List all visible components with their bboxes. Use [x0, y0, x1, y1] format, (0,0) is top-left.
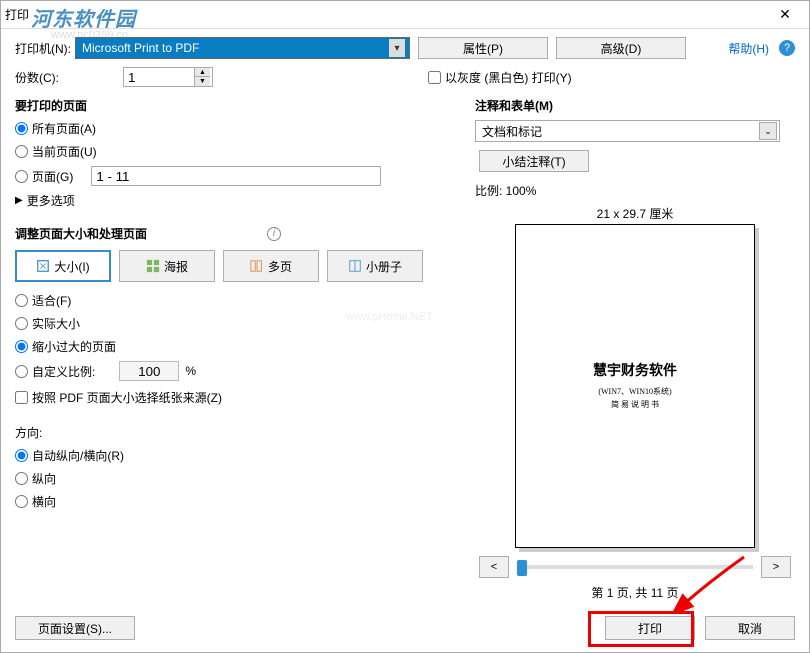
chevron-down-icon: ⌄ [759, 122, 777, 140]
preview-doc-sub1: (WIN7、WIN10系统) [516, 386, 754, 397]
close-button[interactable]: ✕ [765, 2, 805, 28]
preview-page: 慧宇财务软件 (WIN7、WIN10系统) 简 易 说 明 书 [515, 224, 755, 548]
prev-page-button[interactable]: < [479, 556, 509, 578]
tab-size[interactable]: 大小(I) [15, 250, 111, 282]
multi-icon [250, 259, 264, 273]
preview-dimensions: 21 x 29.7 厘米 [475, 205, 795, 222]
grayscale-checkbox-row: 以灰度 (黑白色) 打印(Y) [428, 69, 572, 86]
comments-selected: 文档和标记 [482, 123, 542, 140]
advanced-button[interactable]: 高级(D) [556, 37, 686, 59]
tab-booklet[interactable]: 小册子 [327, 250, 423, 282]
page-count-label: 第 1 页, 共 11 页 [475, 584, 795, 601]
more-options-label: 更多选项 [27, 192, 75, 209]
percent-label: % [185, 364, 196, 378]
page-slider[interactable] [517, 565, 753, 569]
radio-custom-scale[interactable] [15, 365, 28, 378]
watermark-center: www.pHome.NET [346, 311, 433, 323]
chevron-down-icon: ▾ [389, 39, 405, 57]
label-actual: 实际大小 [32, 315, 80, 332]
radio-pages[interactable] [15, 170, 28, 183]
orientation-title: 方向: [15, 424, 455, 441]
printer-selected: Microsoft Print to PDF [82, 41, 199, 55]
label-current-page: 当前页面(U) [32, 143, 97, 160]
watermark-logo: 河东软件园 [31, 3, 136, 32]
slider-thumb[interactable] [517, 560, 527, 576]
radio-current-page[interactable] [15, 145, 28, 158]
comments-select[interactable]: 文档和标记 ⌄ [475, 120, 780, 142]
radio-landscape[interactable] [15, 495, 28, 508]
custom-scale-input[interactable] [119, 361, 179, 381]
copies-spinner: ▲ ▼ [123, 67, 213, 87]
label-custom-scale: 自定义比例: [32, 363, 95, 380]
comments-title: 注释和表单(M) [475, 97, 795, 114]
tab-poster[interactable]: 海报 [119, 250, 215, 282]
radio-shrink[interactable] [15, 340, 28, 353]
printer-select[interactable]: Microsoft Print to PDF ▾ [75, 37, 410, 59]
print-button[interactable]: 打印 [605, 616, 695, 640]
booklet-icon [348, 259, 362, 273]
spinner-up[interactable]: ▲ [194, 68, 210, 77]
label-portrait: 纵向 [32, 470, 56, 487]
grayscale-checkbox[interactable] [428, 71, 441, 84]
poster-icon [146, 259, 160, 273]
size-icon [36, 259, 50, 273]
close-icon: ✕ [779, 6, 791, 23]
size-section-title: 调整页面大小和处理页面 [15, 225, 147, 242]
cancel-button[interactable]: 取消 [705, 616, 795, 640]
grayscale-label: 以灰度 (黑白色) 打印(Y) [445, 69, 572, 86]
pdf-paper-row: 按照 PDF 页面大小选择纸张来源(Z) [15, 389, 455, 406]
triangle-right-icon: ▶ [15, 195, 23, 206]
page-setup-button[interactable]: 页面设置(S)... [15, 616, 135, 640]
label-pages: 页面(G) [32, 168, 73, 185]
radio-actual[interactable] [15, 317, 28, 330]
label-fit: 适合(F) [32, 292, 71, 309]
printer-label: 打印机(N): [15, 40, 71, 57]
radio-auto-orient[interactable] [15, 449, 28, 462]
radio-portrait[interactable] [15, 472, 28, 485]
pdf-paper-checkbox[interactable] [15, 391, 28, 404]
window-title: 打印 [5, 6, 29, 23]
pages-range-input[interactable] [91, 166, 381, 186]
pdf-paper-label: 按照 PDF 页面大小选择纸张来源(Z) [32, 389, 222, 406]
next-page-button[interactable]: > [761, 556, 791, 578]
radio-all-pages[interactable] [15, 122, 28, 135]
help-link[interactable]: 帮助(H) [728, 40, 769, 57]
help-icon[interactable]: ? [779, 40, 795, 56]
copies-label: 份数(C): [15, 69, 59, 86]
copies-input[interactable] [124, 68, 194, 86]
scale-label: 比例: 100% [475, 182, 795, 199]
tab-multi[interactable]: 多页 [223, 250, 319, 282]
label-auto-orient: 自动纵向/横向(R) [32, 447, 124, 464]
preview-doc-title: 慧宇财务软件 [516, 360, 754, 380]
label-all-pages: 所有页面(A) [32, 120, 96, 137]
label-landscape: 横向 [32, 493, 56, 510]
more-options-toggle[interactable]: ▶ 更多选项 [15, 192, 455, 209]
spinner-down[interactable]: ▼ [194, 77, 210, 86]
radio-fit[interactable] [15, 294, 28, 307]
preview-doc-sub2: 简 易 说 明 书 [516, 399, 754, 410]
info-icon[interactable]: i [267, 227, 281, 241]
pages-section-title: 要打印的页面 [15, 97, 455, 114]
properties-button[interactable]: 属性(P) [418, 37, 548, 59]
label-shrink: 缩小过大的页面 [32, 338, 116, 355]
summarize-button[interactable]: 小结注释(T) [479, 150, 589, 172]
